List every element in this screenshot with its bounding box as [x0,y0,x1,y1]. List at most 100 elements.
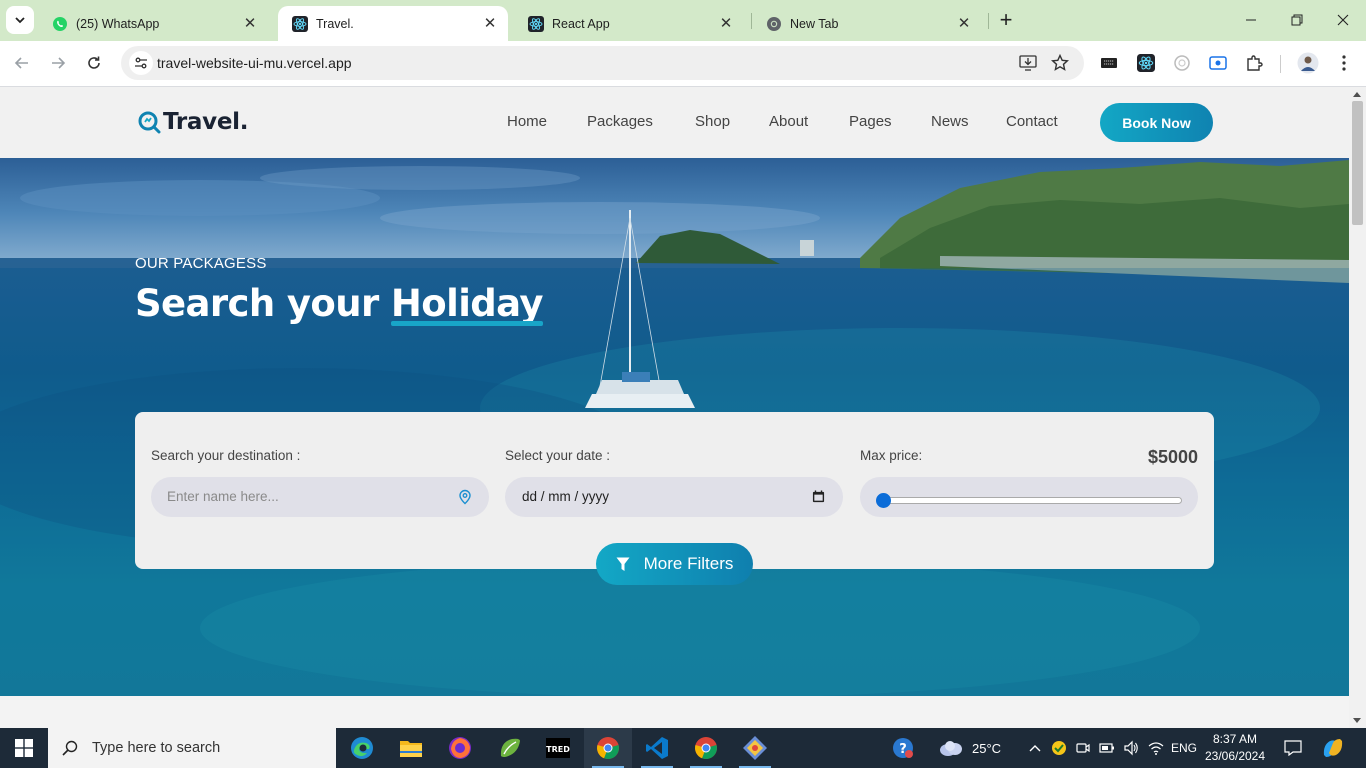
tab-separator [988,13,989,29]
bookmark-star-icon[interactable] [1050,54,1070,72]
keyboard-extension-icon[interactable] [1099,53,1119,73]
hero-title-highlight: Holiday [390,282,544,325]
web-page: Travel. Home Packages Shop About Pages N… [0,87,1349,728]
destination-label: Search your destination : [151,448,301,463]
battery-icon[interactable] [1096,728,1118,768]
nav-about[interactable]: About [769,113,808,130]
notification-icon [1284,740,1302,756]
volume-icon[interactable] [1120,728,1142,768]
install-app-icon[interactable] [1018,54,1038,72]
browser-menu-icon[interactable] [1334,53,1354,73]
nav-packages[interactable]: Packages [587,113,653,130]
price-slider[interactable] [860,477,1198,517]
norton-tray-icon[interactable] [1048,728,1070,768]
browser-tab-strip: (25) WhatsApp ✕ Travel. ✕ React App ✕ Ne… [0,0,1366,41]
minimize-button[interactable] [1228,0,1274,40]
file-explorer-taskbar-icon[interactable] [387,728,435,768]
site-logo[interactable]: Travel. [137,109,248,135]
reload-icon [88,56,100,69]
destination-input[interactable]: Enter name here... [151,477,489,517]
tred-taskbar-icon[interactable]: TRED [534,728,582,768]
notifications-button[interactable] [1280,728,1306,768]
tab-title: React App [552,16,610,31]
close-window-button[interactable] [1320,0,1366,40]
nav-home[interactable]: Home [507,113,547,130]
more-filters-button[interactable]: More Filters [596,543,753,585]
tab-search-button[interactable] [6,6,34,34]
close-tab-icon[interactable]: ✕ [242,15,258,32]
scroll-up-arrow[interactable] [1353,92,1361,97]
weather-widget[interactable]: 25°C [938,728,1008,768]
site-info-icon[interactable] [129,51,153,75]
close-icon [1337,14,1349,26]
svg-text:TRED: TRED [546,745,570,754]
nav-shop[interactable]: Shop [695,113,730,130]
scrollbar-thumb[interactable] [1352,101,1363,225]
language-indicator[interactable]: ENG [1168,728,1200,768]
calendar-icon[interactable] [812,490,825,503]
tab-travel[interactable]: Travel. ✕ [278,6,508,41]
nav-pages[interactable]: Pages [849,113,892,130]
extension-icon[interactable] [1172,53,1192,73]
slider-thumb[interactable] [876,493,891,508]
destination-placeholder: Enter name here... [167,489,279,504]
whatsapp-icon [52,16,68,32]
windows-taskbar: Type here to search TRED ? 25°C ENG 8:37… [0,728,1366,768]
restore-button[interactable] [1274,0,1320,40]
screen-capture-extension-icon[interactable] [1208,53,1228,73]
price-label: Max price: [860,448,923,463]
book-now-button[interactable]: Book Now [1100,103,1213,142]
clock-time: 8:37 AM [1212,732,1258,746]
spring-tool-taskbar-icon[interactable] [486,728,534,768]
logo-text: Travel. [163,109,249,135]
nav-news[interactable]: News [931,113,969,130]
page-scrollbar[interactable] [1349,87,1366,728]
more-filters-label: More Filters [643,554,734,573]
restore-icon [1291,14,1303,26]
profile-avatar[interactable] [1297,52,1319,74]
tab-new-tab[interactable]: New Tab ✕ [752,6,982,41]
close-tab-icon[interactable]: ✕ [956,15,972,32]
start-button[interactable] [0,728,48,768]
copilot-icon[interactable] [1318,728,1348,768]
chrome-taskbar-icon[interactable] [584,728,632,768]
git-client-taskbar-icon[interactable] [731,728,779,768]
browser-toolbar: travel-website-ui-mu.vercel.app [0,41,1366,87]
show-hidden-icons-button[interactable] [1024,728,1046,768]
vscode-taskbar-icon[interactable] [633,728,681,768]
chrome-profile-taskbar-icon[interactable] [682,728,730,768]
slider-track [880,497,1182,504]
react-devtools-icon[interactable] [1136,53,1156,73]
tab-whatsapp[interactable]: (25) WhatsApp ✕ [38,6,268,41]
hero-title: Search your Holiday [135,282,544,325]
extensions-puzzle-icon[interactable] [1244,53,1264,73]
search-icon [62,740,78,756]
date-value: dd / mm / yyyy [522,489,610,504]
meet-now-tray-icon[interactable] [1072,728,1094,768]
edge-taskbar-icon[interactable] [338,728,386,768]
taskbar-clock[interactable]: 8:37 AM 23/06/2024 [1203,731,1267,765]
firefox-taskbar-icon[interactable] [436,728,484,768]
back-button[interactable] [8,49,36,77]
wifi-icon[interactable] [1144,728,1168,768]
tab-react-app[interactable]: React App ✕ [514,6,744,41]
close-tab-icon[interactable]: ✕ [482,15,498,32]
taskbar-search-box[interactable]: Type here to search [48,728,336,768]
address-bar[interactable]: travel-website-ui-mu.vercel.app [121,46,1084,80]
help-tray-icon[interactable]: ? [888,728,918,768]
nav-contact[interactable]: Contact [1006,113,1058,130]
chrome-icon [766,16,782,32]
arrow-left-icon [14,57,28,69]
date-label: Select your date : [505,448,611,463]
tab-title: (25) WhatsApp [76,16,160,31]
chevron-down-icon [15,17,25,24]
react-icon [528,15,544,32]
scroll-down-arrow[interactable] [1353,718,1361,723]
reload-button[interactable] [80,49,108,77]
new-tab-button[interactable]: + [994,9,1018,33]
close-tab-icon[interactable]: ✕ [718,15,734,32]
price-value: $5000 [1147,447,1198,467]
date-input[interactable]: dd / mm / yyyy [505,477,843,517]
forward-button[interactable] [44,49,72,77]
hero-subtitle: OUR PACKAGESS [135,255,267,272]
